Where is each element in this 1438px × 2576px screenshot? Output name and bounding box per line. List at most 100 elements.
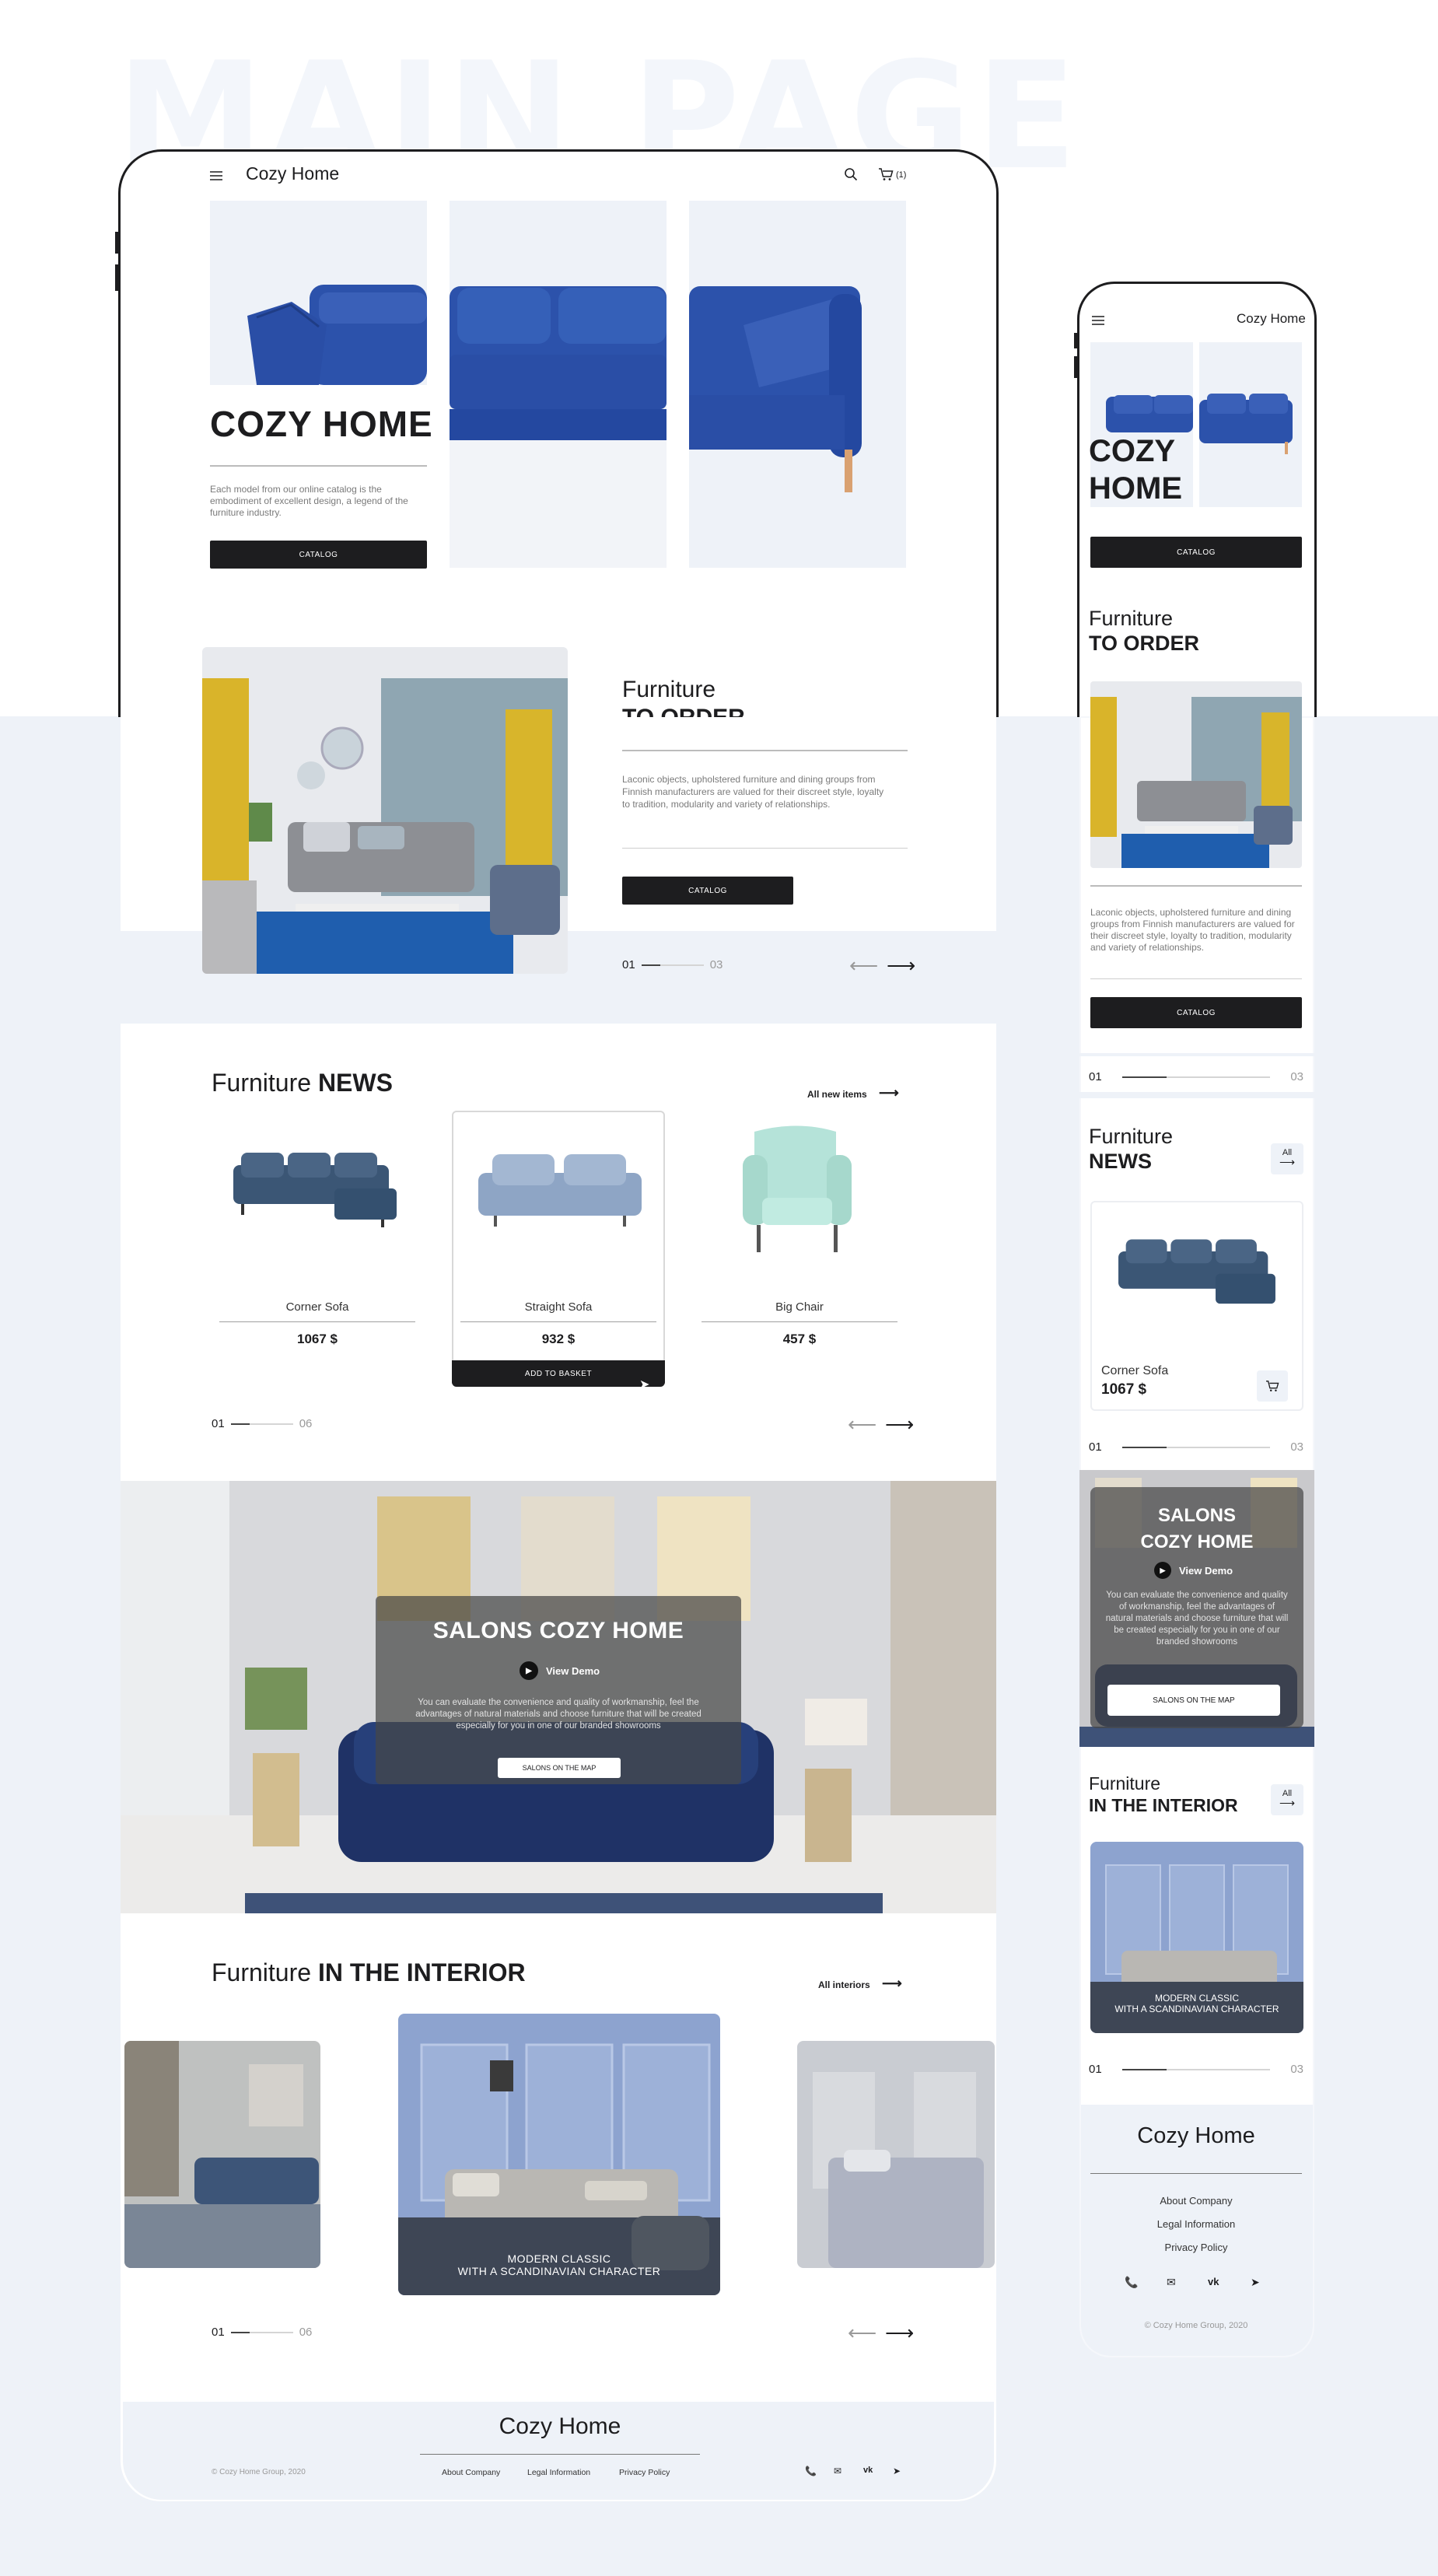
salons-map-button[interactable]: SALONS ON THE MAP <box>498 1758 621 1778</box>
next-arrow-icon[interactable]: ⟶ <box>885 2322 914 2343</box>
mobile-add-to-cart-icon[interactable] <box>1257 1370 1288 1402</box>
mobile-order-title-bold: TO ORDER <box>1089 632 1200 655</box>
page-current: 01 <box>1089 2063 1102 2076</box>
cart-icon[interactable] <box>877 166 894 182</box>
mobile-product-name: Corner Sofa <box>1101 1364 1169 1377</box>
mobile-footer-link-about[interactable]: About Company <box>1090 2195 1302 2207</box>
mobile-hero-catalog-button[interactable]: CATALOG <box>1090 537 1302 568</box>
straight-sofa-image <box>471 1142 649 1243</box>
vk-icon[interactable]: vk <box>863 2466 873 2475</box>
mail-icon[interactable]: ✉ <box>834 2466 841 2476</box>
divider <box>219 1321 415 1322</box>
interior-image-left <box>124 2041 320 2268</box>
header-logo[interactable]: Cozy Home <box>246 163 339 184</box>
page-total: 03 <box>1290 1440 1303 1454</box>
telegram-icon[interactable]: ➤ <box>1251 2276 1260 2289</box>
all-new-items-link[interactable]: All new items ⟶ <box>807 1085 899 1101</box>
page-total: 03 <box>1290 1070 1303 1083</box>
corner-sofa-image <box>226 1142 404 1243</box>
page-current: 01 <box>622 958 635 971</box>
progress-bar <box>230 1423 293 1425</box>
footer-link-about[interactable]: About Company <box>442 2468 500 2477</box>
mobile-footer-link-legal[interactable]: Legal Information <box>1090 2218 1302 2230</box>
order-title: Furniture <box>622 677 716 702</box>
progress-bar <box>230 2331 293 2333</box>
order-title-bold: TO ORDER <box>622 708 745 717</box>
add-to-basket-button[interactable]: ADD TO BASKET <box>452 1360 665 1387</box>
telegram-icon[interactable]: ➤ <box>893 2466 901 2476</box>
mobile-salons-title: SALONS COZY HOME <box>1140 1505 1254 1552</box>
mobile-header-logo[interactable]: Cozy Home <box>1237 311 1306 327</box>
play-icon: ▶ <box>520 1661 538 1680</box>
phone-icon[interactable]: 📞 <box>1125 2276 1138 2289</box>
mail-icon[interactable]: ✉ <box>1167 2276 1176 2289</box>
next-arrow-icon[interactable]: ⟶ <box>885 1414 914 1434</box>
cursor-icon: ➤ <box>639 1378 650 1391</box>
mobile-product-price: 1067 $ <box>1101 1381 1147 1398</box>
search-icon[interactable] <box>843 166 859 182</box>
page-total: 06 <box>299 2326 313 2339</box>
hero-title: COZY HOME <box>210 404 433 444</box>
interior-caption: MODERN CLASSIC WITH A SCANDINAVIAN CHARAC… <box>457 2252 661 2277</box>
all-interiors-link[interactable]: All interiors ⟶ <box>818 1976 902 1992</box>
mobile-view-demo-link[interactable]: ▶ View Demo <box>1154 1562 1233 1579</box>
vk-icon[interactable]: vk <box>1208 2276 1219 2287</box>
salons-title: SALONS COZY HOME <box>432 1618 684 1643</box>
mobile-footer-link-privacy[interactable]: Privacy Policy <box>1090 2242 1302 2253</box>
interior-title: Furniture IN THE INTERIOR <box>212 1958 526 1986</box>
interior-image-right <box>797 2041 995 2268</box>
mobile-order-pagination: 01 03 <box>1089 1070 1303 1083</box>
prev-arrow-icon[interactable]: ⟵ <box>848 2322 876 2343</box>
mobile-order-title: Furniture <box>1089 607 1174 630</box>
progress-bar <box>1122 2068 1270 2070</box>
cart-count: (1) <box>896 170 907 180</box>
mobile-order-catalog-button[interactable]: CATALOG <box>1090 997 1302 1028</box>
mobile-hero-image-2 <box>1199 342 1302 507</box>
mobile-salons-map-button[interactable]: SALONS ON THE MAP <box>1107 1685 1280 1716</box>
page-total: 03 <box>709 958 723 971</box>
product-price: 932 $ <box>541 1332 576 1346</box>
divider <box>210 465 427 467</box>
prev-arrow-icon[interactable]: ⟵ <box>849 955 878 975</box>
page-current: 01 <box>1089 1440 1102 1454</box>
living-room-image <box>202 647 568 974</box>
hero-image-2 <box>450 201 667 568</box>
mobile-interior-all-button[interactable]: All ⟶ <box>1271 1784 1303 1815</box>
footer-link-privacy[interactable]: Privacy Policy <box>619 2468 670 2477</box>
phone-icon[interactable]: 📞 <box>805 2466 817 2476</box>
product-name: Big Chair <box>775 1300 824 1314</box>
big-chair-image <box>719 1124 875 1272</box>
mobile-news-pagination: 01 03 <box>1089 1440 1303 1454</box>
frame-side-button <box>1074 356 1077 378</box>
mobile-salons-description: You can evaluate the convenience and qua… <box>1105 1591 1289 1647</box>
footer-logo[interactable]: Cozy Home <box>420 2413 700 2440</box>
divider <box>420 2454 700 2455</box>
progress-bar <box>1122 1076 1270 1078</box>
divider <box>1090 885 1302 887</box>
hero-image-3 <box>689 201 906 568</box>
hero-catalog-button[interactable]: CATALOG <box>210 541 427 569</box>
product-price: 1067 $ <box>297 1332 338 1346</box>
hero-image-1 <box>210 201 427 385</box>
order-catalog-button[interactable]: CATALOG <box>622 877 793 905</box>
product-name: Corner Sofa <box>285 1300 349 1314</box>
frame-side-button <box>1074 333 1077 348</box>
next-arrow-icon[interactable]: ⟶ <box>887 955 915 975</box>
hamburger-icon[interactable] <box>208 168 224 184</box>
page-total: 03 <box>1290 2063 1303 2076</box>
page-current: 01 <box>1089 1070 1102 1083</box>
mobile-footer-logo[interactable]: Cozy Home <box>1090 2123 1302 2149</box>
frame-side-button <box>115 232 118 254</box>
mobile-interior-title-bold: IN THE INTERIOR <box>1089 1795 1238 1815</box>
salons-description: You can evaluate the convenience and qua… <box>415 1698 702 1731</box>
prev-arrow-icon[interactable]: ⟵ <box>848 1414 876 1434</box>
mobile-order-description: Laconic objects, upholstered furniture a… <box>1090 907 1295 953</box>
mobile-news-all-button[interactable]: All ⟶ <box>1271 1143 1303 1174</box>
mobile-news-title: Furniture <box>1089 1125 1174 1148</box>
view-demo-link[interactable]: ▶ View Demo <box>520 1661 600 1680</box>
frame-side-button <box>115 264 118 291</box>
hamburger-icon[interactable] <box>1090 314 1106 327</box>
footer-link-legal[interactable]: Legal Information <box>527 2468 590 2477</box>
mobile-interior-caption: MODERN CLASSIC WITH A SCANDINAVIAN CHARAC… <box>1114 1993 1279 2014</box>
mobile-living-room-image <box>1090 681 1302 868</box>
